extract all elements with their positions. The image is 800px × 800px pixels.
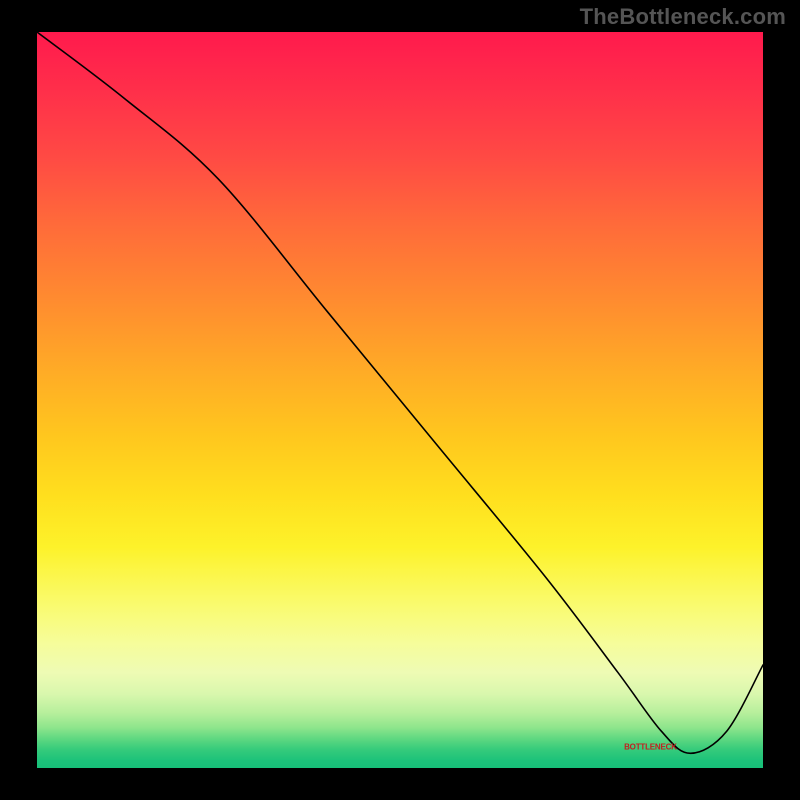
curve-path bbox=[37, 32, 763, 753]
annotation-label: BOTTLENECK bbox=[624, 743, 677, 752]
chart-frame: TheBottleneck.com BOTTLENECK bbox=[0, 0, 800, 800]
bottleneck-curve: BOTTLENECK bbox=[37, 32, 763, 768]
watermark-text: TheBottleneck.com bbox=[580, 4, 786, 30]
plot-area: BOTTLENECK bbox=[37, 32, 763, 768]
